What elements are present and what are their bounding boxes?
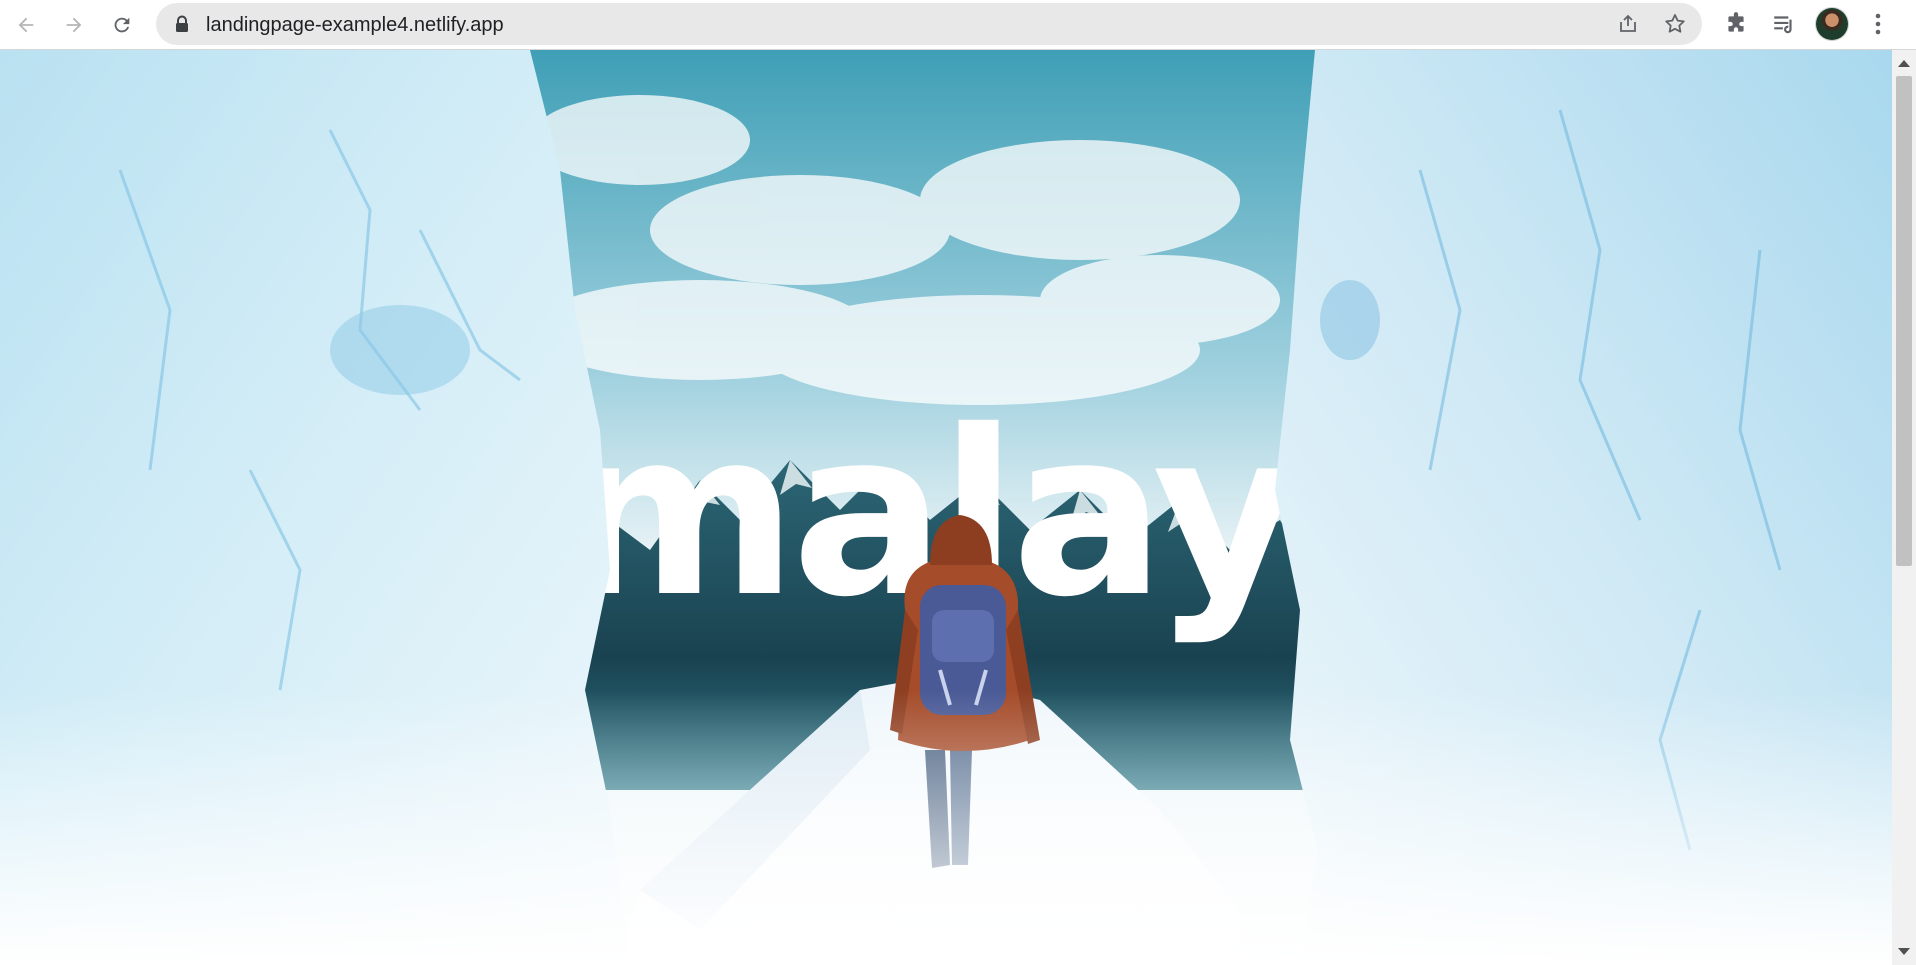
puzzle-icon[interactable]: [1723, 11, 1749, 37]
hero-section: malay: [0, 50, 1892, 965]
back-arrow-icon: [18, 17, 34, 33]
reload-button[interactable]: [104, 7, 140, 43]
address-bar[interactable]: landingpage-example4.netlify.app: [156, 3, 1702, 45]
browser-toolbar: landingpage-example4.netlify.app: [0, 0, 1916, 50]
scroll-thumb[interactable]: [1896, 76, 1912, 566]
page-viewport: malay: [0, 50, 1892, 965]
forward-button[interactable]: [56, 7, 92, 43]
star-icon[interactable]: [1663, 12, 1687, 36]
reload-icon: [114, 17, 130, 33]
url-text[interactable]: landingpage-example4.netlify.app: [206, 14, 504, 37]
bottom-fade: [0, 690, 1892, 965]
hero-illustration: malay: [0, 50, 1892, 965]
lock-icon: [176, 15, 188, 32]
scroll-up-icon[interactable]: [1898, 60, 1910, 67]
profile-avatar[interactable]: [1816, 8, 1848, 40]
kebab-menu-icon[interactable]: [1870, 10, 1886, 38]
media-queue-icon[interactable]: [1771, 11, 1797, 37]
share-icon[interactable]: [1616, 12, 1640, 36]
page-scrollbar[interactable]: [1892, 50, 1916, 965]
back-button[interactable]: [8, 7, 44, 43]
forward-arrow-icon: [66, 17, 82, 33]
scroll-down-icon[interactable]: [1898, 948, 1910, 955]
